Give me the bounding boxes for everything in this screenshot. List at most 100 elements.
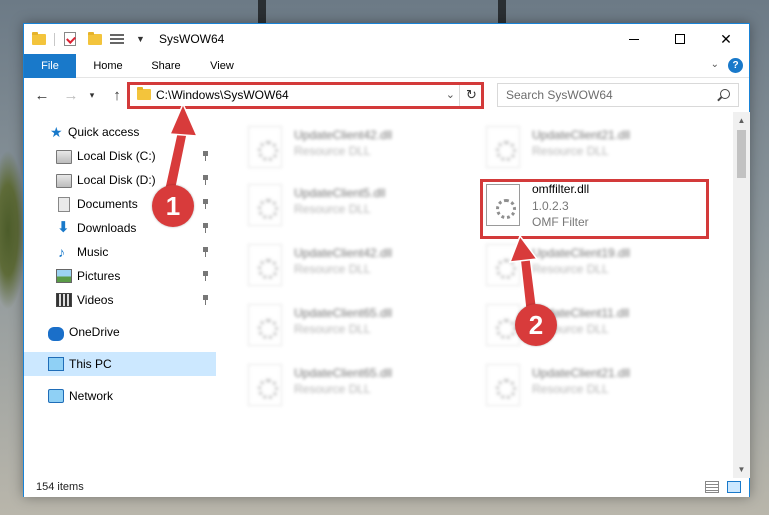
scroll-up-button[interactable]: ▲ <box>733 112 750 129</box>
sidebar-item-pictures[interactable]: Pictures <box>24 264 216 288</box>
sidebar-item-onedrive[interactable]: OneDrive <box>24 320 216 344</box>
chevron-down-icon: ▼ <box>136 34 145 44</box>
sidebar-item-label: Music <box>77 245 109 259</box>
sidebar-item-local-disk-c[interactable]: Local Disk (C:) <box>24 144 216 168</box>
pin-icon[interactable] <box>202 199 209 209</box>
quick-access-folder-icon[interactable] <box>32 24 46 54</box>
scrollbar-thumb[interactable] <box>737 130 746 178</box>
film-icon <box>56 293 72 307</box>
vertical-scrollbar[interactable]: ▲ ▼ <box>733 112 750 478</box>
file-description: Resource DLL <box>294 262 371 276</box>
scroll-down-button[interactable]: ▼ <box>733 461 750 478</box>
pin-icon[interactable] <box>202 247 209 257</box>
close-button[interactable]: ✕ <box>703 24 749 54</box>
network-icon <box>48 389 64 403</box>
arrow-left-icon: ← <box>34 86 50 104</box>
properties-icon <box>64 32 76 46</box>
sidebar-item-label: OneDrive <box>69 325 120 339</box>
customize-toolbar-button[interactable]: ▼ <box>136 24 146 54</box>
sidebar-item-label: Videos <box>77 293 114 307</box>
title-bar: ▼ SysWOW64 ✕ <box>24 24 749 54</box>
dll-file-icon <box>248 304 282 346</box>
chevron-down-icon: ⌄ <box>710 59 719 70</box>
toolbar-separator <box>54 33 55 46</box>
sidebar-item-label: Quick access <box>68 125 140 139</box>
file-item[interactable]: UpdateClient42.dll Resource DLL <box>240 120 460 178</box>
maximize-button[interactable] <box>657 24 703 54</box>
file-list: UpdateClient42.dll Resource DLL UpdateCl… <box>230 112 733 478</box>
new-folder-icon <box>88 31 102 45</box>
pin-icon[interactable] <box>202 151 209 161</box>
new-folder-button[interactable] <box>88 24 102 54</box>
file-item[interactable]: UpdateClient5.dll Resource DLL <box>240 178 460 236</box>
tab-home[interactable]: Home <box>86 54 130 78</box>
view-options-button[interactable] <box>110 24 132 54</box>
search-box[interactable] <box>497 83 739 107</box>
details-view-button[interactable] <box>705 481 719 493</box>
star-icon: ★ <box>50 124 63 140</box>
dll-file-icon <box>486 364 520 406</box>
sidebar-item-network[interactable]: Network <box>24 384 216 408</box>
tab-view[interactable]: View <box>200 54 244 78</box>
file-description: Resource DLL <box>294 382 371 396</box>
tab-file[interactable]: File <box>24 54 76 78</box>
pin-icon[interactable] <box>202 271 209 281</box>
navigation-pane: ★ Quick access Local Disk (C:) Local Dis… <box>24 112 216 478</box>
file-description: Resource DLL <box>532 144 609 158</box>
dll-file-icon <box>248 126 282 168</box>
file-name: UpdateClient42.dll <box>294 246 393 260</box>
forward-button[interactable]: → <box>61 85 81 105</box>
pin-icon[interactable] <box>202 295 209 305</box>
recent-locations-button[interactable]: ▾ <box>86 85 98 105</box>
pin-icon[interactable] <box>202 175 209 185</box>
search-input[interactable] <box>498 84 708 106</box>
search-icon[interactable] <box>720 89 730 99</box>
dll-file-icon <box>248 244 282 286</box>
sidebar-item-music[interactable]: ♪ Music <box>24 240 216 264</box>
cloud-icon <box>48 326 64 341</box>
drive-icon <box>56 174 72 188</box>
tab-share[interactable]: Share <box>144 54 188 78</box>
minimize-button[interactable] <box>611 24 657 54</box>
sidebar-item-local-disk-d[interactable]: Local Disk (D:) <box>24 168 216 192</box>
pin-icon[interactable] <box>202 223 209 233</box>
file-item[interactable]: UpdateClient19.dll Resource DLL <box>478 238 698 296</box>
sidebar-item-label: Network <box>69 389 114 403</box>
window-title: SysWOW64 <box>159 32 225 46</box>
explorer-window: ▼ SysWOW64 ✕ File Home Share View ⌄ ? ← … <box>23 23 750 497</box>
file-description: Resource DLL <box>294 202 371 216</box>
sidebar-item-label: Documents <box>77 197 138 211</box>
close-icon: ✕ <box>720 30 732 47</box>
drive-icon <box>56 150 72 164</box>
tiles-view-button[interactable] <box>727 481 741 493</box>
triangle-up-icon: ▲ <box>737 116 746 125</box>
file-item[interactable]: UpdateClient42.dll Resource DLL <box>240 238 460 296</box>
help-icon[interactable]: ? <box>728 58 743 73</box>
up-button[interactable]: ↑ <box>107 85 127 105</box>
properties-button[interactable] <box>64 24 78 54</box>
file-description: Resource DLL <box>294 322 371 336</box>
sidebar-item-label: Local Disk (D:) <box>77 173 156 187</box>
folder-icon <box>32 31 46 45</box>
arrow-right-icon: → <box>63 86 79 104</box>
file-name: UpdateClient19.dll <box>532 246 631 260</box>
sidebar-item-quick-access[interactable]: ★ Quick access <box>24 120 216 144</box>
file-item[interactable]: UpdateClient65.dll Resource DLL <box>240 298 460 356</box>
dll-file-icon <box>486 244 520 286</box>
expand-ribbon-button[interactable]: ⌄ <box>711 59 719 70</box>
sidebar-item-this-pc[interactable]: This PC <box>24 352 216 376</box>
file-name: UpdateClient65.dll <box>294 306 393 320</box>
file-item[interactable]: UpdateClient21.dll Resource DLL <box>478 358 698 416</box>
file-item[interactable]: UpdateClient21.dll Resource DLL <box>478 120 698 178</box>
file-description: Resource DLL <box>532 382 609 396</box>
file-highlight-box <box>480 179 709 239</box>
maximize-icon <box>675 34 685 44</box>
arrow-up-icon: ↑ <box>113 86 121 104</box>
file-item[interactable]: UpdateClient11.dll Resource DLL <box>478 298 698 356</box>
file-name: UpdateClient5.dll <box>294 186 386 200</box>
sidebar-item-videos[interactable]: Videos <box>24 288 216 312</box>
file-item[interactable]: UpdateClient65.dll Resource DLL <box>240 358 460 416</box>
status-bar: 154 items <box>24 478 749 497</box>
dll-file-icon <box>248 364 282 406</box>
back-button[interactable]: ← <box>32 85 52 105</box>
